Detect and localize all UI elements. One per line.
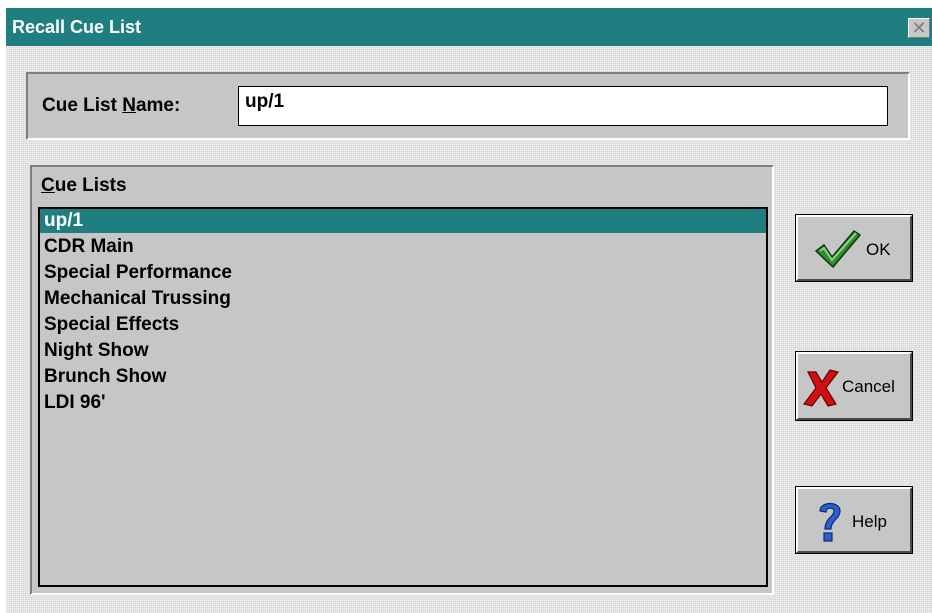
cancel-button[interactable]: Cancel bbox=[795, 351, 913, 421]
list-item-special-effects[interactable]: Special Effects bbox=[40, 313, 766, 337]
list-item-night-show[interactable]: Night Show bbox=[40, 339, 766, 363]
list-item-brunch-show[interactable]: Brunch Show bbox=[40, 365, 766, 389]
question-mark-icon bbox=[819, 502, 841, 542]
checkmark-icon bbox=[814, 230, 862, 269]
close-icon: ✕ bbox=[911, 18, 927, 38]
cue-lists-listbox[interactable]: up/1 CDR Main Special Performance Mechan… bbox=[38, 207, 768, 587]
help-button[interactable]: Help bbox=[795, 486, 913, 554]
list-item-up-1[interactable]: up/1 bbox=[40, 209, 766, 233]
cue-lists-panel: Cue Lists up/1 CDR Main Special Performa… bbox=[30, 165, 774, 595]
window-title: Recall Cue List bbox=[12, 17, 142, 37]
cancel-label: Cancel bbox=[842, 377, 895, 396]
cue-list-name-label: Cue List Name: bbox=[42, 95, 181, 116]
help-label: Help bbox=[852, 512, 887, 531]
list-item-cdr-main[interactable]: CDR Main bbox=[40, 235, 766, 259]
ok-button[interactable]: OK bbox=[795, 214, 913, 282]
list-item-special-performance[interactable]: Special Performance bbox=[40, 261, 766, 285]
list-item-mechanical-trussing[interactable]: Mechanical Trussing bbox=[40, 287, 766, 311]
ok-label: OK bbox=[866, 240, 891, 259]
cue-lists-label: Cue Lists bbox=[41, 175, 127, 196]
list-item-ldi-96[interactable]: LDI 96' bbox=[40, 391, 766, 415]
red-x-icon bbox=[802, 369, 840, 407]
cue-list-name-input[interactable]: up/1 bbox=[238, 86, 888, 126]
close-button[interactable]: ✕ bbox=[908, 18, 930, 38]
title-bar[interactable]: Recall Cue List ✕ bbox=[6, 8, 932, 46]
cue-list-name-panel: Cue List Name: up/1 bbox=[26, 72, 910, 140]
